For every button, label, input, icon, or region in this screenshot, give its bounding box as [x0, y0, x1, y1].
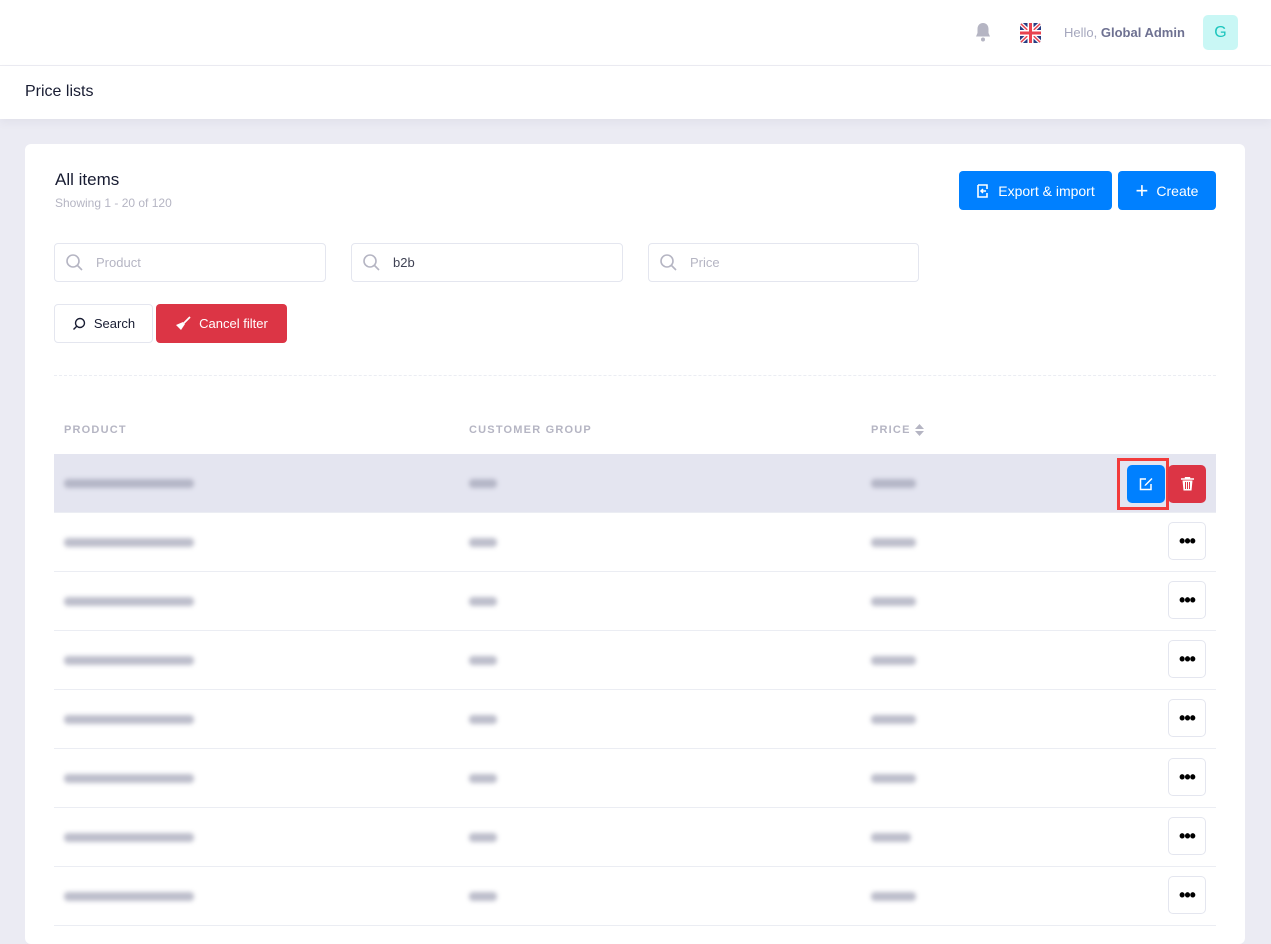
table-row[interactable] — [54, 454, 1216, 513]
product-cell — [64, 479, 194, 488]
price-cell — [871, 833, 911, 842]
product-cell — [64, 892, 194, 901]
product-input[interactable] — [96, 255, 296, 270]
avatar[interactable]: G — [1203, 15, 1238, 50]
search-icon — [363, 254, 380, 271]
table-row[interactable]: ••• — [54, 572, 1216, 631]
more-actions-button[interactable]: ••• — [1168, 758, 1206, 796]
product-cell — [64, 656, 194, 665]
showing-count: Showing 1 - 20 of 120 — [55, 196, 172, 210]
bell-icon[interactable] — [974, 22, 992, 42]
column-header-price[interactable]: PRICE — [871, 424, 924, 436]
more-actions-button[interactable]: ••• — [1168, 581, 1206, 619]
search-icon — [66, 254, 83, 271]
product-cell — [64, 538, 194, 547]
price-filter[interactable] — [648, 243, 919, 282]
user-name: Global Admin — [1100, 25, 1185, 40]
product-cell — [64, 774, 194, 783]
table-row[interactable]: ••• — [54, 690, 1216, 749]
product-cell — [64, 715, 194, 724]
price-cell — [871, 656, 916, 665]
customer-group-cell — [469, 715, 497, 724]
top-bar: Hello, Global Admin G — [0, 0, 1271, 66]
cancel-filter-button[interactable]: Cancel filter — [156, 304, 287, 343]
edit-button[interactable] — [1127, 465, 1165, 503]
column-header-product: PRODUCT — [64, 424, 127, 436]
column-header-customer-group: CUSTOMER GROUP — [469, 424, 592, 436]
trash-icon — [1180, 477, 1194, 491]
product-cell — [64, 833, 194, 842]
price-cell — [871, 597, 916, 606]
price-input[interactable] — [690, 255, 890, 270]
more-actions-button[interactable]: ••• — [1168, 640, 1206, 678]
more-actions-button[interactable]: ••• — [1168, 522, 1206, 560]
price-cell — [871, 892, 916, 901]
card-title: All items — [55, 170, 120, 189]
table-row[interactable]: ••• — [54, 749, 1216, 808]
create-button[interactable]: + Create — [1118, 171, 1216, 210]
table-row[interactable]: ••• — [54, 631, 1216, 690]
divider — [54, 375, 1216, 376]
broom-icon — [176, 315, 191, 330]
price-cell — [871, 479, 916, 488]
subheader: Price lists — [0, 66, 1271, 119]
price-cell — [871, 715, 916, 724]
user-greeting[interactable]: Hello, Global Admin — [1064, 25, 1185, 40]
plus-icon: + — [1135, 177, 1149, 203]
price-list-card: All items Showing 1 - 20 of 120 Export &… — [25, 144, 1245, 944]
table-row[interactable]: ••• — [54, 808, 1216, 867]
customer-group-input[interactable] — [393, 255, 593, 270]
customer-group-cell — [469, 774, 497, 783]
customer-group-cell — [469, 538, 497, 547]
uk-flag-icon[interactable] — [1020, 23, 1041, 43]
search-icon — [660, 254, 677, 271]
page-title: Price lists — [25, 83, 94, 100]
product-cell — [64, 597, 194, 606]
price-cell — [871, 538, 916, 547]
customer-group-filter[interactable] — [351, 243, 623, 282]
customer-group-cell — [469, 892, 497, 901]
more-actions-button[interactable]: ••• — [1168, 876, 1206, 914]
product-filter[interactable] — [54, 243, 326, 282]
customer-group-cell — [469, 656, 497, 665]
table-row[interactable]: ••• — [54, 867, 1216, 926]
export-import-button[interactable]: Export & import — [959, 171, 1112, 210]
price-cell — [871, 774, 916, 783]
more-actions-button[interactable]: ••• — [1168, 817, 1206, 855]
table-row[interactable]: ••• — [54, 513, 1216, 572]
delete-button[interactable] — [1168, 465, 1206, 503]
search-icon — [72, 317, 86, 330]
search-button[interactable]: Search — [54, 304, 153, 343]
import-icon — [977, 183, 989, 198]
sort-icon[interactable] — [914, 424, 924, 436]
more-actions-button[interactable]: ••• — [1168, 699, 1206, 737]
customer-group-cell — [469, 833, 497, 842]
customer-group-cell — [469, 597, 497, 606]
customer-group-cell — [469, 479, 497, 488]
edit-icon — [1139, 478, 1153, 491]
